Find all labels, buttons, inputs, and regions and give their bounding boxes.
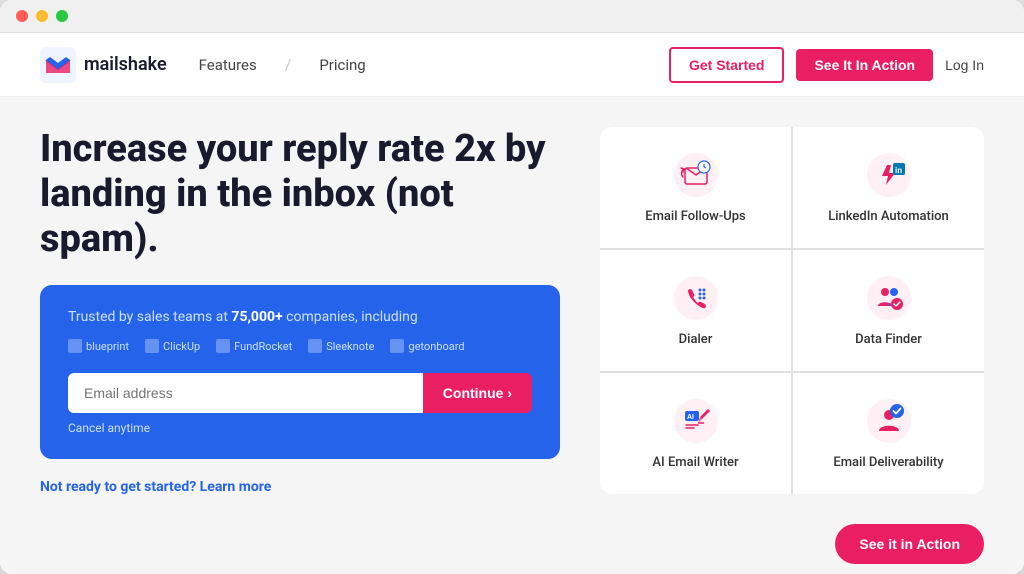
feature-dialer[interactable]: Dialer (600, 250, 791, 371)
company-clickup: ClickUp (145, 339, 200, 353)
not-ready-link[interactable]: Not ready to get started? Learn more (40, 459, 560, 495)
sleeknote-icon (308, 339, 322, 353)
company-getonboard: getonboard (390, 339, 464, 353)
left-side: Increase your reply rate 2x by landing i… (40, 127, 560, 494)
see-it-in-action-button-nav[interactable]: See It In Action (796, 49, 933, 81)
feature-grid: Email Follow-Ups in Linke (600, 127, 984, 494)
logo-icon (40, 47, 76, 83)
feature-linkedin[interactable]: in LinkedIn Automation (793, 127, 984, 248)
email-form: Continue › (68, 373, 532, 413)
ai-writer-icon: AI (672, 397, 720, 445)
feature-label-ai-writer: AI Email Writer (652, 455, 738, 470)
nav-pricing[interactable]: Pricing (319, 56, 365, 74)
feature-deliverability[interactable]: Email Deliverability (793, 373, 984, 494)
getonboard-icon (390, 339, 404, 353)
deliverability-icon (865, 397, 913, 445)
blueprint-icon (68, 339, 82, 353)
see-it-in-action-button-bottom[interactable]: See it in Action (835, 524, 984, 564)
cancel-text: Cancel anytime (68, 421, 532, 435)
company-logos: blueprint ClickUp FundRocket Sleekn (68, 339, 532, 353)
dot-green[interactable] (56, 10, 68, 22)
browser-window: mailshake Features / Pricing Get Started… (0, 0, 1024, 574)
nav-slash: / (285, 55, 292, 74)
bottom-bar: See it in Action (0, 514, 1024, 574)
navbar-left: mailshake Features / Pricing (40, 47, 366, 83)
nav-links: Features / Pricing (199, 55, 366, 74)
nav-features[interactable]: Features (199, 56, 257, 74)
page-content: mailshake Features / Pricing Get Started… (0, 33, 1024, 574)
cta-box: Trusted by sales teams at 75,000+ compan… (40, 285, 560, 459)
company-fundrocket: FundRocket (216, 339, 292, 353)
navbar-right: Get Started See It In Action Log In (669, 47, 984, 83)
company-blueprint: blueprint (68, 339, 129, 353)
dot-red[interactable] (16, 10, 28, 22)
logo-text: mailshake (84, 54, 167, 75)
feature-label-dialer: Dialer (679, 332, 713, 347)
get-started-button[interactable]: Get Started (669, 47, 784, 83)
linkedin-icon: in (865, 151, 913, 199)
feature-email-followups[interactable]: Email Follow-Ups (600, 127, 791, 248)
feature-label-deliverability: Email Deliverability (833, 455, 943, 470)
company-sleeknote: Sleeknote (308, 339, 374, 353)
hero-heading: Increase your reply rate 2x by landing i… (40, 127, 560, 261)
trusted-highlight: 75,000+ (231, 309, 282, 325)
trusted-text: Trusted by sales teams at 75,000+ compan… (68, 309, 532, 325)
dot-yellow[interactable] (36, 10, 48, 22)
fundrocket-icon (216, 339, 230, 353)
email-followup-icon (672, 151, 720, 199)
svg-text:AI: AI (687, 414, 694, 421)
feature-label-data-finder: Data Finder (855, 332, 922, 347)
feature-ai-writer[interactable]: AI AI Email Writer (600, 373, 791, 494)
feature-label-email-followups: Email Follow-Ups (645, 209, 746, 224)
svg-text:in: in (895, 166, 902, 175)
data-finder-icon (865, 274, 913, 322)
navbar: mailshake Features / Pricing Get Started… (0, 33, 1024, 97)
feature-label-linkedin: LinkedIn Automation (828, 209, 949, 224)
feature-data-finder[interactable]: Data Finder (793, 250, 984, 371)
main-layout: Increase your reply rate 2x by landing i… (0, 97, 1024, 514)
clickup-icon (145, 339, 159, 353)
continue-button[interactable]: Continue › (423, 373, 532, 413)
email-input[interactable] (68, 373, 423, 413)
logo[interactable]: mailshake (40, 47, 167, 83)
dialer-icon (672, 274, 720, 322)
login-button[interactable]: Log In (945, 57, 984, 73)
browser-chrome (0, 0, 1024, 33)
